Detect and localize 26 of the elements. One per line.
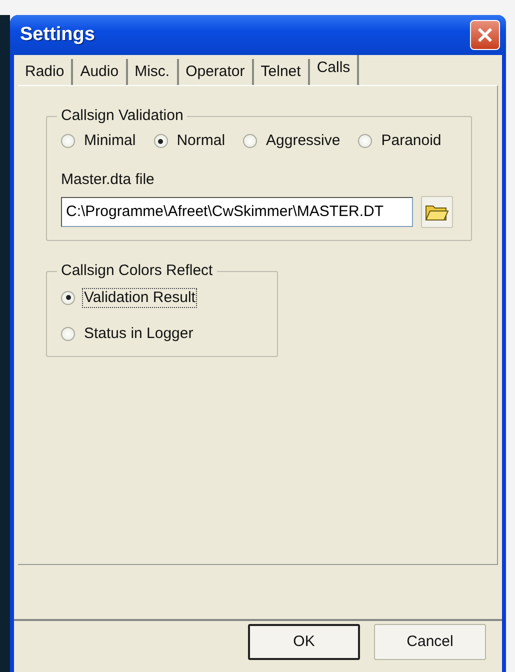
radio-button[interactable] [61,326,75,340]
tab[interactable]: Operator [178,59,254,85]
file-path-field[interactable]: C:\Programme\Afreet\CwSkimmer\MASTER.DT [61,196,413,226]
radio-label[interactable]: Minimal [82,131,138,151]
tab[interactable]: Radio [18,59,74,85]
group-title: Callsign Colors Reflect [57,262,217,280]
radio-button[interactable] [243,134,258,148]
radio-label[interactable]: Normal [174,131,228,151]
radio-button[interactable] [154,134,168,148]
radio-button[interactable] [61,290,75,304]
radio-label[interactable]: Status in Logger [82,324,196,344]
radio-label[interactable]: Aggressive [264,131,342,151]
radio-button[interactable] [61,134,75,148]
window-title: Settings [19,22,95,47]
tab[interactable]: Misc. [128,59,179,85]
radio-label[interactable]: Validation Result [82,288,198,308]
group-title: Callsign Validation [57,107,188,125]
close-icon [476,26,494,44]
file-label: Master.dta file [61,170,156,190]
radio-button[interactable] [358,134,372,148]
close-button[interactable] [470,20,500,50]
tab[interactable]: Audio [73,59,128,85]
browse-button[interactable] [421,196,453,228]
ok-button[interactable]: OK [248,624,360,660]
cancel-button[interactable]: Cancel [374,624,486,660]
radio-label[interactable]: Paranoid [379,131,444,151]
